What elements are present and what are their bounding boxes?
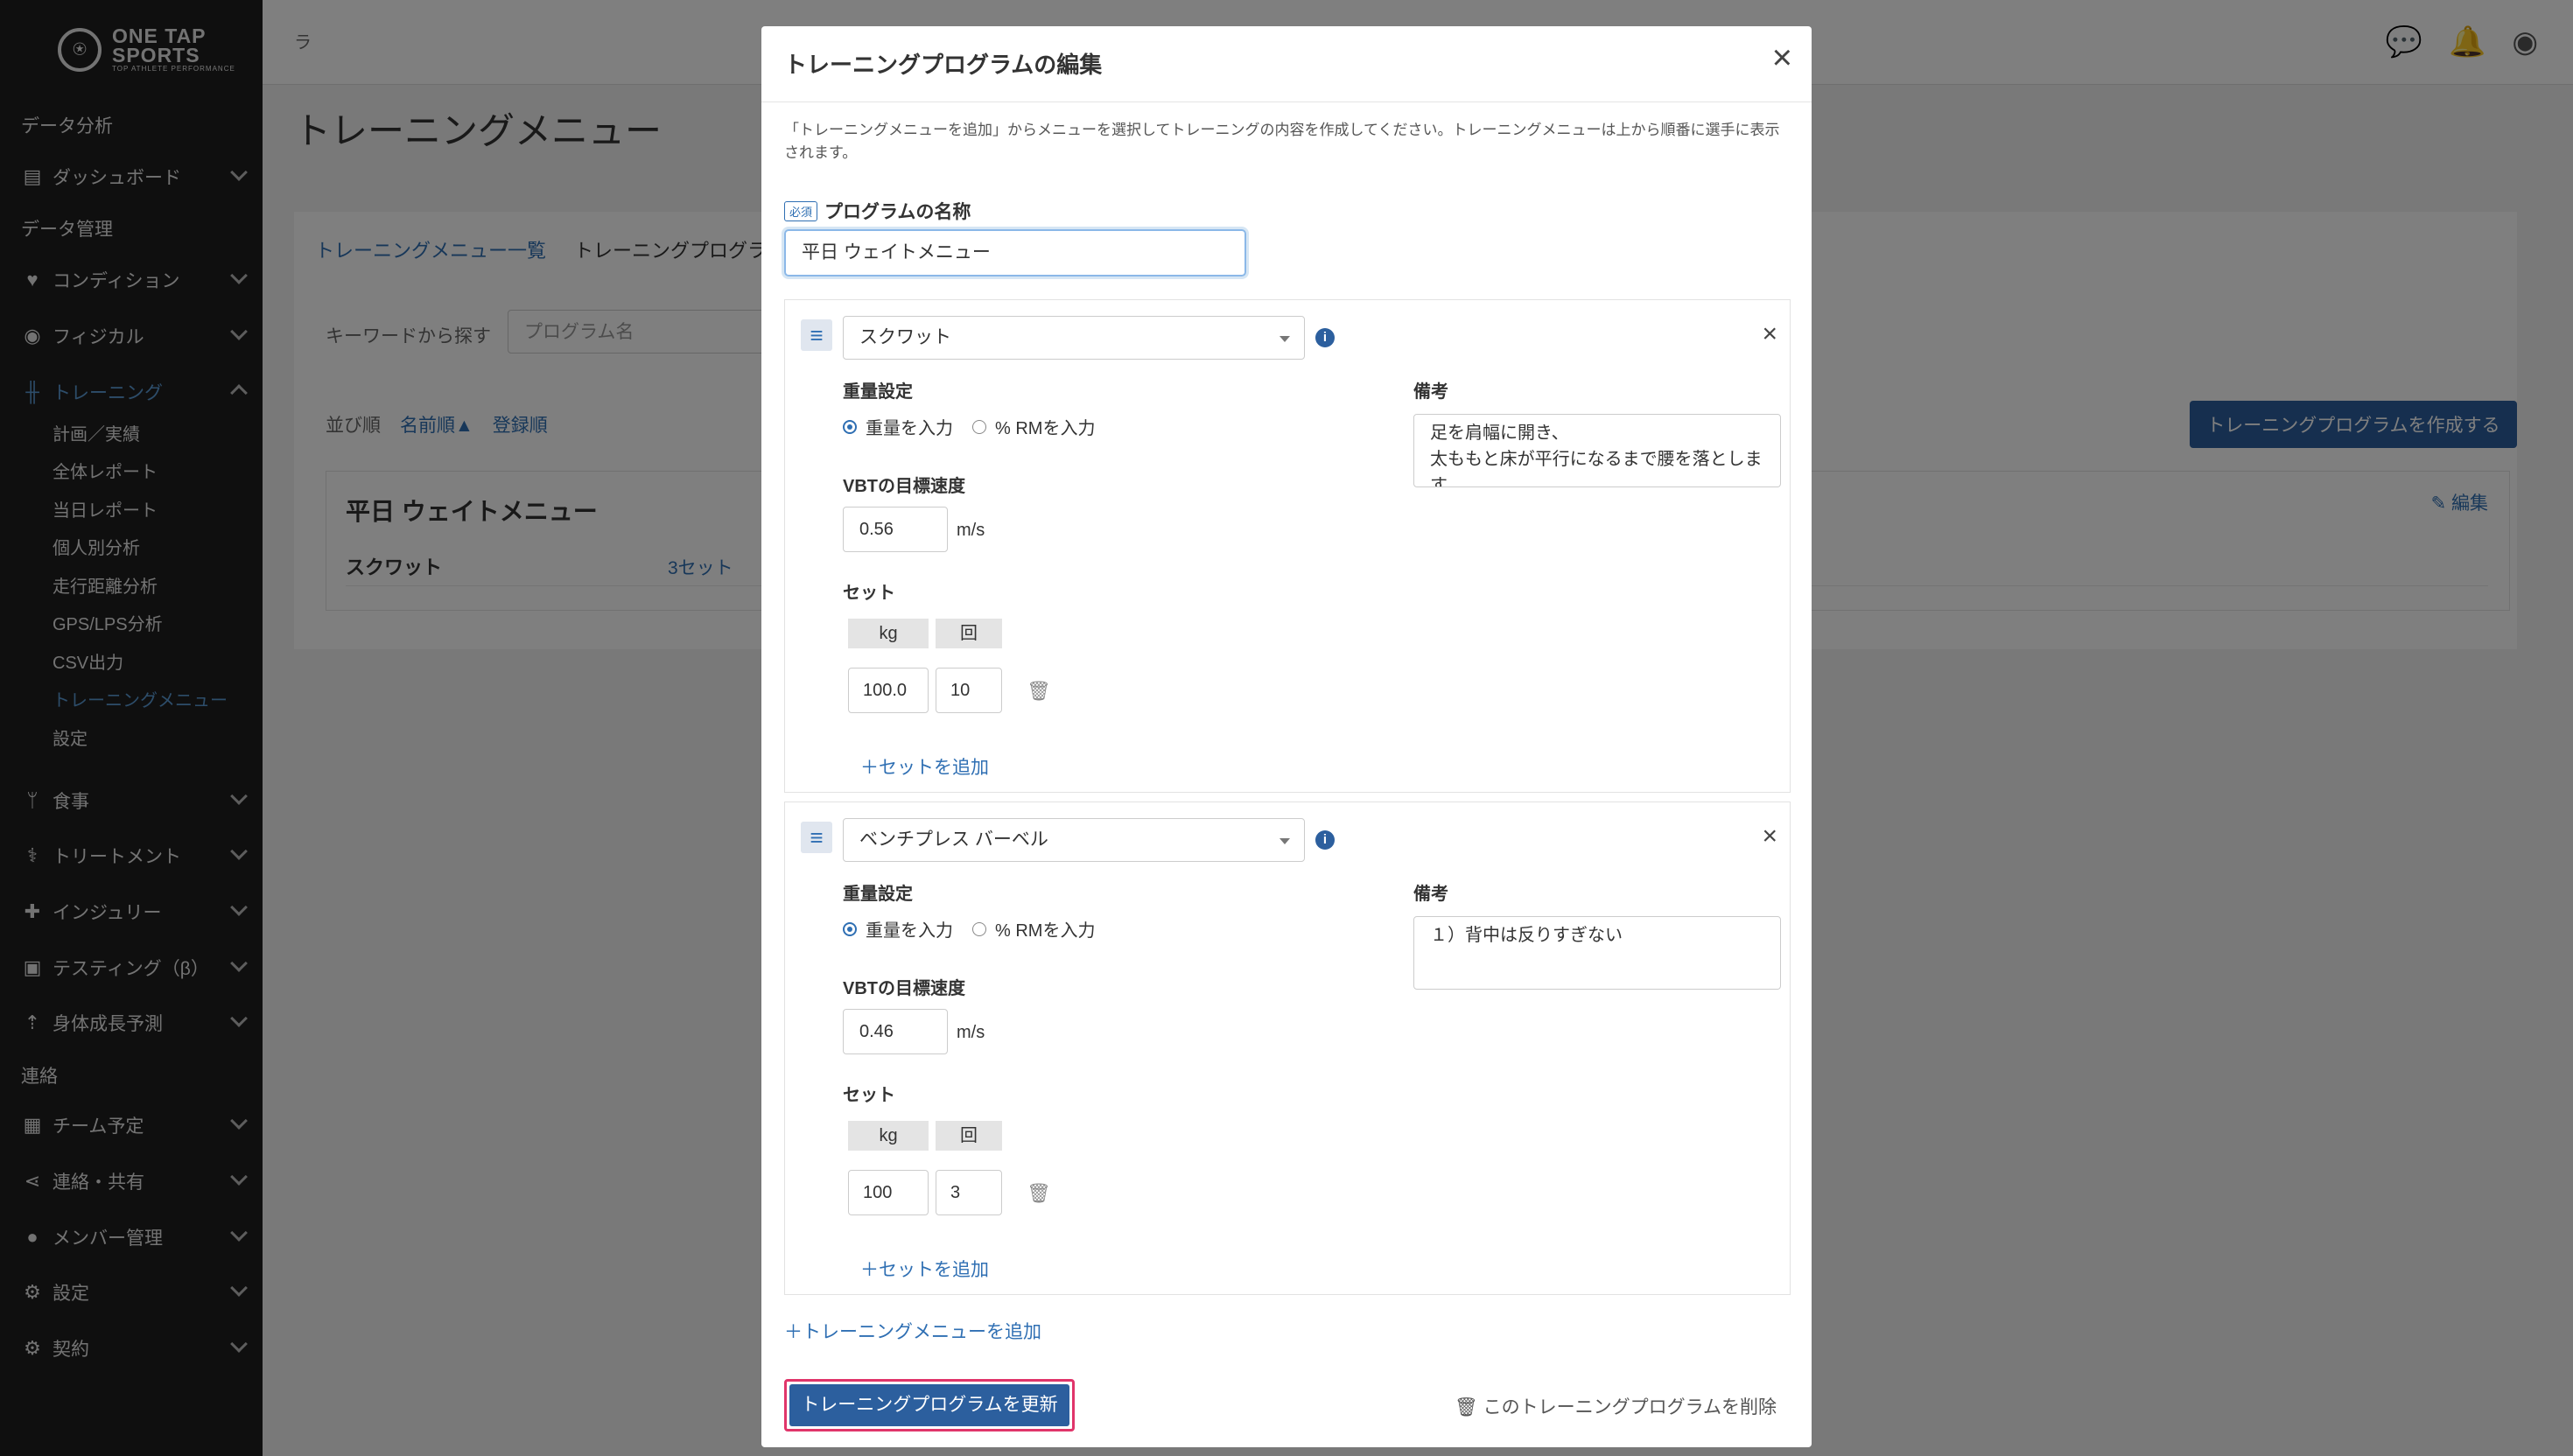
- delete-program-label: このトレーニングプログラムを削除: [1483, 1397, 1777, 1418]
- trash-icon: 🗑: [1455, 1397, 1483, 1418]
- weight-setting-label: 重量設定: [843, 382, 913, 402]
- note-textarea[interactable]: 足を肩幅に開き、 太ももと床が平行になるまで腰を落とします: [1413, 414, 1781, 487]
- edit-program-modal: トレーニングプログラムの編集 × 「トレーニングメニューを追加」からメニューを選…: [761, 26, 1812, 1447]
- note-label: 備考: [1413, 885, 1448, 904]
- add-training-menu-link[interactable]: ＋トレーニングメニューを追加: [784, 1318, 1041, 1344]
- update-program-label: トレーニングプログラムを更新: [789, 1384, 1069, 1426]
- drag-handle-icon[interactable]: ≡: [801, 822, 832, 853]
- col-reps: 回: [936, 619, 1002, 648]
- menu-select-value: スクワット: [859, 327, 951, 347]
- program-name-label: プログラムの名称: [824, 202, 971, 222]
- col-reps: 回: [936, 1121, 1002, 1151]
- trash-icon[interactable]: 🗑: [1027, 1182, 1051, 1205]
- close-icon[interactable]: ×: [1772, 40, 1792, 75]
- weight-mode-radios: 重量を入力 % RMを入力: [843, 414, 1095, 439]
- radio-rm-label[interactable]: % RMを入力: [995, 916, 1095, 942]
- delete-program-link[interactable]: 🗑 このトレーニングプログラムを削除: [1455, 1393, 1777, 1419]
- col-kg: kg: [848, 619, 929, 648]
- exercise-block: ≡ ベンチプレス バーベル i × 重量設定 重量を入力 % RMを入力 VBT…: [784, 802, 1791, 1295]
- col-kg: kg: [848, 1121, 929, 1151]
- plus-icon: ＋: [860, 758, 879, 778]
- add-set-link[interactable]: ＋セットを追加: [860, 1256, 989, 1282]
- radio-weight[interactable]: [843, 419, 857, 434]
- plus-icon: ＋: [784, 1322, 803, 1342]
- set-reps-input[interactable]: 10: [936, 668, 1002, 713]
- vbt-input[interactable]: 0.56: [843, 507, 948, 552]
- weight-mode-radios: 重量を入力 % RMを入力: [843, 916, 1095, 942]
- modal-description: 「トレーニングメニューを追加」からメニューを選択してトレーニングの内容を作成して…: [784, 122, 1780, 161]
- add-set-label: セットを追加: [879, 758, 989, 778]
- caret-down-icon: [1279, 336, 1290, 342]
- vbt-label: VBTの目標速度: [843, 979, 965, 998]
- sets-label: セット: [843, 1086, 895, 1105]
- vbt-unit: m/s: [957, 521, 985, 540]
- caret-down-icon: [1279, 838, 1290, 844]
- trash-icon[interactable]: 🗑: [1027, 680, 1051, 703]
- radio-weight-label[interactable]: 重量を入力: [866, 916, 953, 942]
- info-icon[interactable]: i: [1315, 328, 1335, 347]
- set-kg-input[interactable]: 100: [848, 1170, 929, 1215]
- radio-rm[interactable]: [972, 419, 986, 434]
- radio-weight[interactable]: [843, 921, 857, 936]
- remove-exercise-icon[interactable]: ×: [1762, 823, 1777, 850]
- drag-handle-icon[interactable]: ≡: [801, 319, 832, 351]
- add-set-label: セットを追加: [879, 1260, 989, 1280]
- note-label: 備考: [1413, 382, 1448, 402]
- note-textarea[interactable]: １）背中は反りすぎない: [1413, 916, 1781, 990]
- plus-icon: ＋: [860, 1260, 879, 1280]
- weight-setting-label: 重量設定: [843, 885, 913, 904]
- set-reps-input[interactable]: 3: [936, 1170, 1002, 1215]
- program-name-label-row: 必須 プログラムの名称: [784, 198, 971, 224]
- vbt-label: VBTの目標速度: [843, 477, 965, 496]
- program-name-input[interactable]: 平日 ウェイトメニュー: [784, 229, 1246, 276]
- vbt-input[interactable]: 0.46: [843, 1009, 948, 1054]
- remove-exercise-icon[interactable]: ×: [1762, 321, 1777, 347]
- required-badge: 必須: [784, 200, 818, 221]
- info-icon[interactable]: i: [1315, 830, 1335, 850]
- menu-select[interactable]: スクワット: [843, 316, 1305, 360]
- radio-weight-label[interactable]: 重量を入力: [866, 414, 953, 439]
- menu-select-value: ベンチプレス バーベル: [859, 830, 1048, 850]
- add-set-link[interactable]: ＋セットを追加: [860, 753, 989, 780]
- update-program-button[interactable]: トレーニングプログラムを更新: [784, 1379, 1075, 1432]
- exercise-block: ≡ スクワット i × 重量設定 重量を入力 % RMを入力 VBTの目標速度 …: [784, 299, 1791, 793]
- menu-select[interactable]: ベンチプレス バーベル: [843, 818, 1305, 862]
- sets-label: セット: [843, 584, 895, 603]
- vbt-unit: m/s: [957, 1023, 985, 1042]
- radio-rm[interactable]: [972, 921, 986, 936]
- modal-title: トレーニングプログラムの編集: [784, 52, 1103, 78]
- radio-rm-label[interactable]: % RMを入力: [995, 414, 1095, 439]
- add-menu-label: トレーニングメニューを追加: [803, 1322, 1041, 1342]
- set-kg-input[interactable]: 100.0: [848, 668, 929, 713]
